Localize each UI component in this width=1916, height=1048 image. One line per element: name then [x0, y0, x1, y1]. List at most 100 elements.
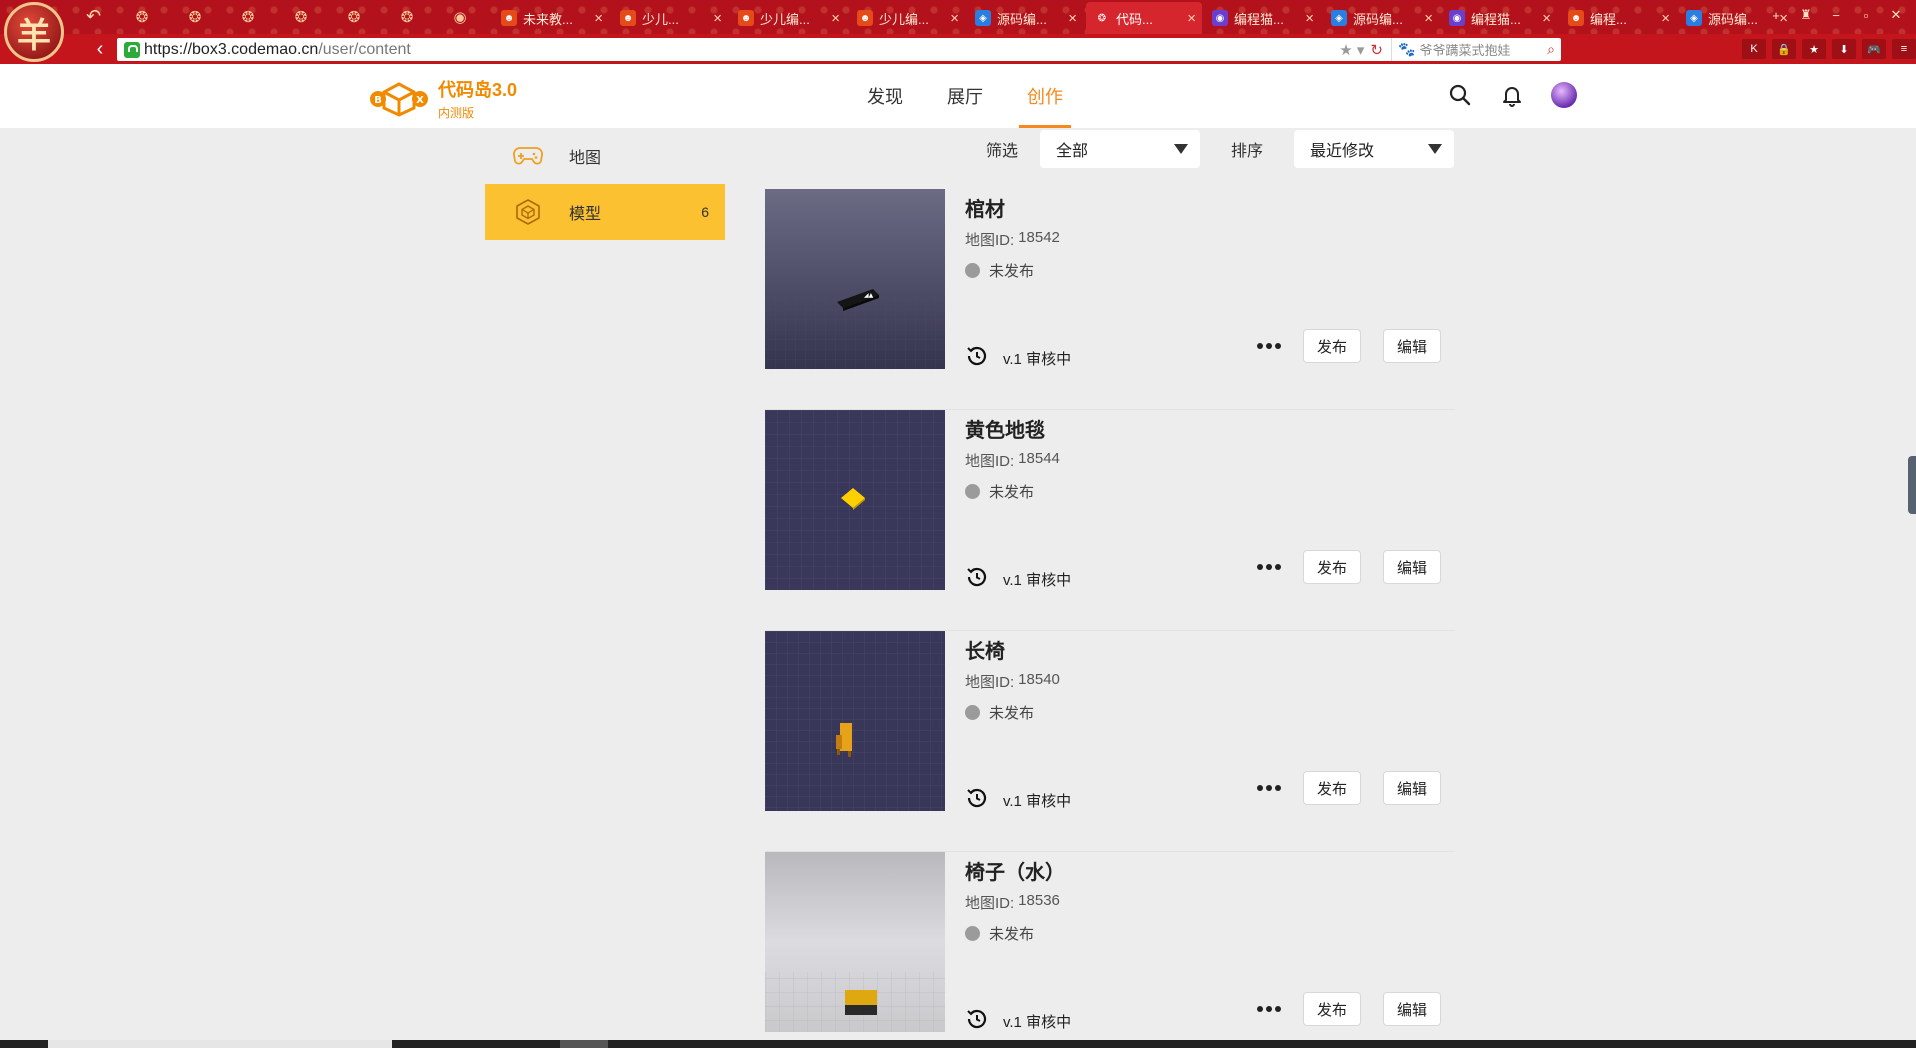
edit-button[interactable]: 编辑	[1383, 550, 1441, 584]
browser-tab[interactable]: ◉ 编程猫... ×	[1441, 2, 1557, 34]
status-text: 未发布	[989, 263, 1035, 280]
more-options-icon[interactable]	[1253, 776, 1285, 800]
item-id: 地图ID: 18542	[965, 229, 1060, 250]
item-id-value: 18544	[1018, 450, 1060, 467]
more-options-icon[interactable]	[1253, 334, 1285, 358]
taskbar-item[interactable]	[560, 1040, 608, 1048]
browser-logo-icon[interactable]: 羊	[4, 2, 64, 62]
status-dot-icon	[965, 705, 980, 720]
browser-tab[interactable]: ☻ 未来教... ×	[493, 2, 609, 34]
tab-close-icon[interactable]: ×	[1068, 10, 1077, 27]
nav-create[interactable]: 创作	[1005, 64, 1085, 128]
tab-close-icon[interactable]: ×	[1542, 10, 1551, 27]
svg-text:◢▲: ◢▲	[864, 292, 874, 299]
extension-k-icon[interactable]: K	[1742, 39, 1766, 59]
browser-tab[interactable]: ☻ 少儿... ×	[612, 2, 728, 34]
extension-star-icon[interactable]: ★	[1802, 39, 1826, 59]
url-host: https://box3.codemao.cn	[144, 40, 319, 58]
item-title[interactable]: 棺材	[965, 193, 1005, 222]
nav-gallery[interactable]: 展厅	[925, 64, 1005, 128]
edit-button[interactable]: 编辑	[1383, 771, 1441, 805]
pinned-tab-icon[interactable]: ❂	[128, 5, 156, 29]
publish-button[interactable]: 发布	[1303, 771, 1361, 805]
search-icon[interactable]	[1446, 81, 1474, 109]
pinned-tab-icon[interactable]: ❂	[287, 5, 315, 29]
minimize-icon[interactable]: −	[1822, 4, 1850, 26]
url-text[interactable]: https://box3.codemao.cn/user/content	[144, 41, 1339, 59]
publish-button[interactable]: 发布	[1303, 550, 1361, 584]
browser-tab[interactable]: ❂ 代码... ×	[1086, 2, 1202, 34]
coffin-preview: ◢▲	[765, 189, 945, 369]
item-title[interactable]: 长椅	[965, 635, 1005, 664]
history-clock-icon[interactable]	[965, 565, 989, 593]
pinned-tab-icon[interactable]: ❂	[340, 5, 368, 29]
menu-icon[interactable]: ≡	[1892, 39, 1916, 59]
browser-tab[interactable]: ◈ 源码编... ×	[1323, 2, 1439, 34]
content-card: 黄色地毯 地图ID: 18544 未发布 v.1 审核中 发布 编辑	[765, 410, 1455, 631]
more-options-icon[interactable]	[1253, 997, 1285, 1021]
pinned-tab-icon[interactable]: ❂	[181, 5, 209, 29]
new-tab-icon[interactable]: +	[1762, 4, 1790, 26]
history-clock-icon[interactable]	[965, 1007, 989, 1035]
browser-tab[interactable]: ◉ 编程猫... ×	[1204, 2, 1320, 34]
undo-close-tab-icon[interactable]: ↶	[86, 6, 101, 27]
filter-select[interactable]: 全部	[1040, 130, 1200, 168]
sidebar-item-models[interactable]: 模型 6	[485, 184, 725, 240]
model-thumbnail[interactable]	[765, 852, 945, 1032]
history-clock-icon[interactable]	[965, 786, 989, 814]
model-thumbnail[interactable]	[765, 631, 945, 811]
extension-lock-icon[interactable]: 🔒	[1772, 39, 1796, 59]
notification-bell-icon[interactable]	[1498, 81, 1526, 109]
item-title[interactable]: 黄色地毯	[965, 414, 1045, 443]
tab-close-icon[interactable]: ×	[831, 10, 840, 27]
maximize-icon[interactable]: ▫	[1852, 4, 1880, 26]
bookmark-star-icon[interactable]: ★ ▾	[1339, 41, 1364, 59]
pinned-tab-icon[interactable]: ❂	[234, 5, 262, 29]
pinned-tab-icon[interactable]: ◉	[446, 5, 474, 29]
brand[interactable]: B X 代码岛3.0 内测版	[370, 76, 517, 121]
history-clock-icon[interactable]	[965, 344, 989, 372]
edit-button[interactable]: 编辑	[1383, 992, 1441, 1026]
edit-button[interactable]: 编辑	[1383, 329, 1441, 363]
sort-select[interactable]: 最近修改	[1294, 130, 1454, 168]
window-controls: + ♜ − ▫ ✕	[1762, 4, 1910, 26]
svg-text:B: B	[374, 95, 382, 106]
user-avatar[interactable]	[1550, 81, 1578, 109]
more-options-icon[interactable]	[1253, 555, 1285, 579]
model-thumbnail[interactable]	[765, 410, 945, 590]
browser-tab[interactable]: ☻ 编程... ×	[1560, 2, 1676, 34]
tab-close-icon[interactable]: ×	[950, 10, 959, 27]
taskbar-item[interactable]	[48, 1040, 392, 1048]
skin-icon[interactable]: ♜	[1792, 4, 1820, 26]
tab-close-icon[interactable]: ×	[1661, 10, 1670, 27]
close-window-icon[interactable]: ✕	[1882, 4, 1910, 26]
publish-button[interactable]: 发布	[1303, 329, 1361, 363]
nav-discover[interactable]: 发现	[845, 64, 925, 128]
browser-tab[interactable]: ☻ 少儿编... ×	[849, 2, 965, 34]
card-actions: 发布 编辑	[1253, 329, 1441, 363]
tab-close-icon[interactable]: ×	[1187, 10, 1196, 27]
brand-subtitle: 内测版	[438, 106, 475, 120]
browser-tab[interactable]: ◈ 源码编... ×	[967, 2, 1083, 34]
item-title[interactable]: 椅子（水）	[965, 856, 1065, 885]
search-icon[interactable]: ⌕	[1547, 41, 1555, 58]
feedback-side-handle[interactable]	[1908, 456, 1916, 514]
tab-close-icon[interactable]: ×	[713, 10, 722, 27]
model-thumbnail[interactable]: ◢▲	[765, 189, 945, 369]
url-field[interactable]: https://box3.codemao.cn/user/content ★ ▾…	[117, 38, 1561, 61]
codemao-icon: ☻	[1568, 10, 1584, 26]
sidebar-item-maps[interactable]: 地图	[485, 128, 725, 184]
search-box[interactable]: 🐾 爷爷蹒菜式抱娃 ⌕	[1391, 38, 1561, 61]
tab-close-icon[interactable]: ×	[1424, 10, 1433, 27]
tab-close-icon[interactable]: ×	[1305, 10, 1314, 27]
browser-tab-bar: 羊 ↶ ❂ ❂ ❂ ❂ ❂ ❂ ◉ ☻ 未来教... × ☻ 少儿... × ☻ 少儿编...…	[0, 0, 1916, 62]
url-path: /user/content	[318, 40, 411, 58]
game-controller-icon[interactable]: 🎮	[1862, 39, 1886, 59]
reload-icon[interactable]: ↻	[1370, 41, 1383, 59]
tab-close-icon[interactable]: ×	[594, 10, 603, 27]
pinned-tab-icon[interactable]: ❂	[393, 5, 421, 29]
back-icon[interactable]: ‹	[88, 37, 112, 61]
browser-tab[interactable]: ☻ 少儿编... ×	[730, 2, 846, 34]
download-icon[interactable]: ⬇	[1832, 39, 1856, 59]
publish-button[interactable]: 发布	[1303, 992, 1361, 1026]
